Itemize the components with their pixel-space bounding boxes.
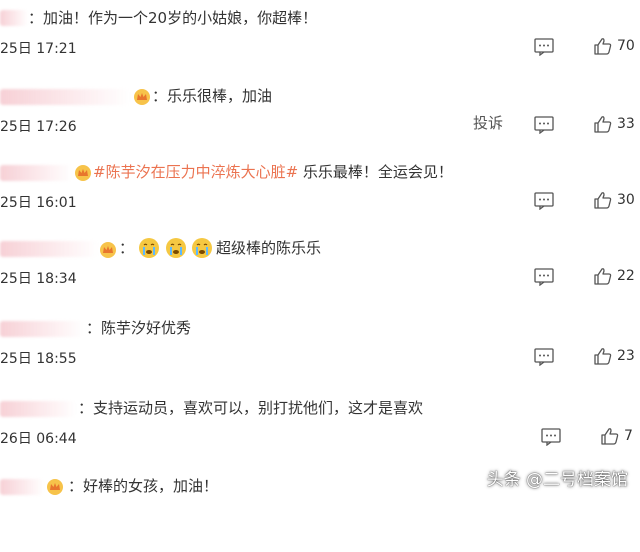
crown-badge-icon: [75, 165, 91, 181]
like-count: 33: [617, 116, 635, 132]
thumbs-up-icon[interactable]: [594, 191, 612, 209]
topic-link[interactable]: #陈芋汐在压力中淬炼大心脏#: [93, 163, 298, 181]
comment-text: ：加油！作为一个20岁的小姑娘，你超棒！: [28, 9, 318, 27]
comment-time: 26日 06:44: [0, 431, 77, 447]
username-blurred[interactable]: [0, 479, 44, 495]
comment-time: 25日 17:21: [0, 41, 77, 57]
comment-text: ：支持运动员，喜欢可以，别打扰他们，这才是喜欢: [78, 399, 424, 417]
comment-text: #陈芋汐在压力中淬炼大心脏# 乐乐最棒！全运会见！: [93, 158, 453, 186]
comment-item: ：支持运动员，喜欢可以，别打扰他们，这才是喜欢 26日 06:44 7: [0, 394, 640, 474]
comment-text: ：陈芋汐好优秀: [86, 319, 192, 337]
comment-icon[interactable]: [534, 348, 554, 366]
like-count: 22: [617, 268, 635, 284]
comment-item: #陈芋汐在压力中淬炼大心脏# 乐乐最棒！全运会见！ 25日 16:01 30: [0, 158, 640, 238]
crown-badge-icon: [47, 479, 63, 495]
colon-separator: ：: [119, 239, 135, 257]
comment-icon[interactable]: [534, 116, 554, 134]
comment-text: ：乐乐很棒，加油: [152, 87, 273, 105]
thumbs-up-icon[interactable]: [601, 427, 619, 445]
comment-icon[interactable]: [534, 192, 554, 210]
username-blurred[interactable]: [0, 10, 28, 26]
comment-time: 25日 18:55: [0, 351, 77, 367]
comment-time: 25日 16:01: [0, 195, 77, 211]
crying-emoji-icon: [166, 238, 186, 258]
comment-body: 乐乐最棒！全运会见！: [298, 163, 453, 181]
thumbs-up-icon[interactable]: [594, 37, 612, 55]
username-blurred[interactable]: [0, 321, 84, 337]
crown-badge-icon: [134, 89, 150, 105]
crying-emoji-icon: [139, 238, 159, 258]
like-count: 70: [617, 38, 635, 54]
like-count: 23: [617, 348, 635, 364]
watermark: 头条 @二号档案馆: [486, 470, 628, 490]
username-blurred[interactable]: [0, 165, 72, 181]
comment-item: ：乐乐很棒，加油 25日 17:26 投诉 33: [0, 82, 640, 162]
comment-item: ：陈芋汐好优秀 25日 18:55 23: [0, 314, 640, 394]
username-blurred[interactable]: [0, 401, 76, 417]
comment-icon[interactable]: [534, 268, 554, 286]
thumbs-up-icon[interactable]: [594, 115, 612, 133]
comment-time: 25日 17:26: [0, 119, 77, 135]
thumbs-up-icon[interactable]: [594, 347, 612, 365]
crying-emoji-icon: [192, 238, 212, 258]
report-button[interactable]: 投诉: [473, 112, 503, 133]
comment-text: 超级棒的陈乐乐: [216, 239, 322, 257]
username-blurred[interactable]: [0, 89, 130, 105]
comment-item: ： 超级棒的陈乐乐 25日 18:34 22: [0, 234, 640, 314]
comment-icon[interactable]: [534, 38, 554, 56]
username-blurred[interactable]: [0, 241, 98, 257]
like-count: 30: [617, 192, 635, 208]
comment-text: ：好棒的女孩，加油！: [68, 477, 219, 495]
like-count: 7: [624, 428, 633, 444]
comment-icon[interactable]: [541, 428, 561, 446]
thumbs-up-icon[interactable]: [594, 267, 612, 285]
crown-badge-icon: [100, 242, 116, 258]
comment-time: 25日 18:34: [0, 271, 77, 287]
comment-item: ：加油！作为一个20岁的小姑娘，你超棒！ 25日 17:21 70: [0, 4, 640, 84]
